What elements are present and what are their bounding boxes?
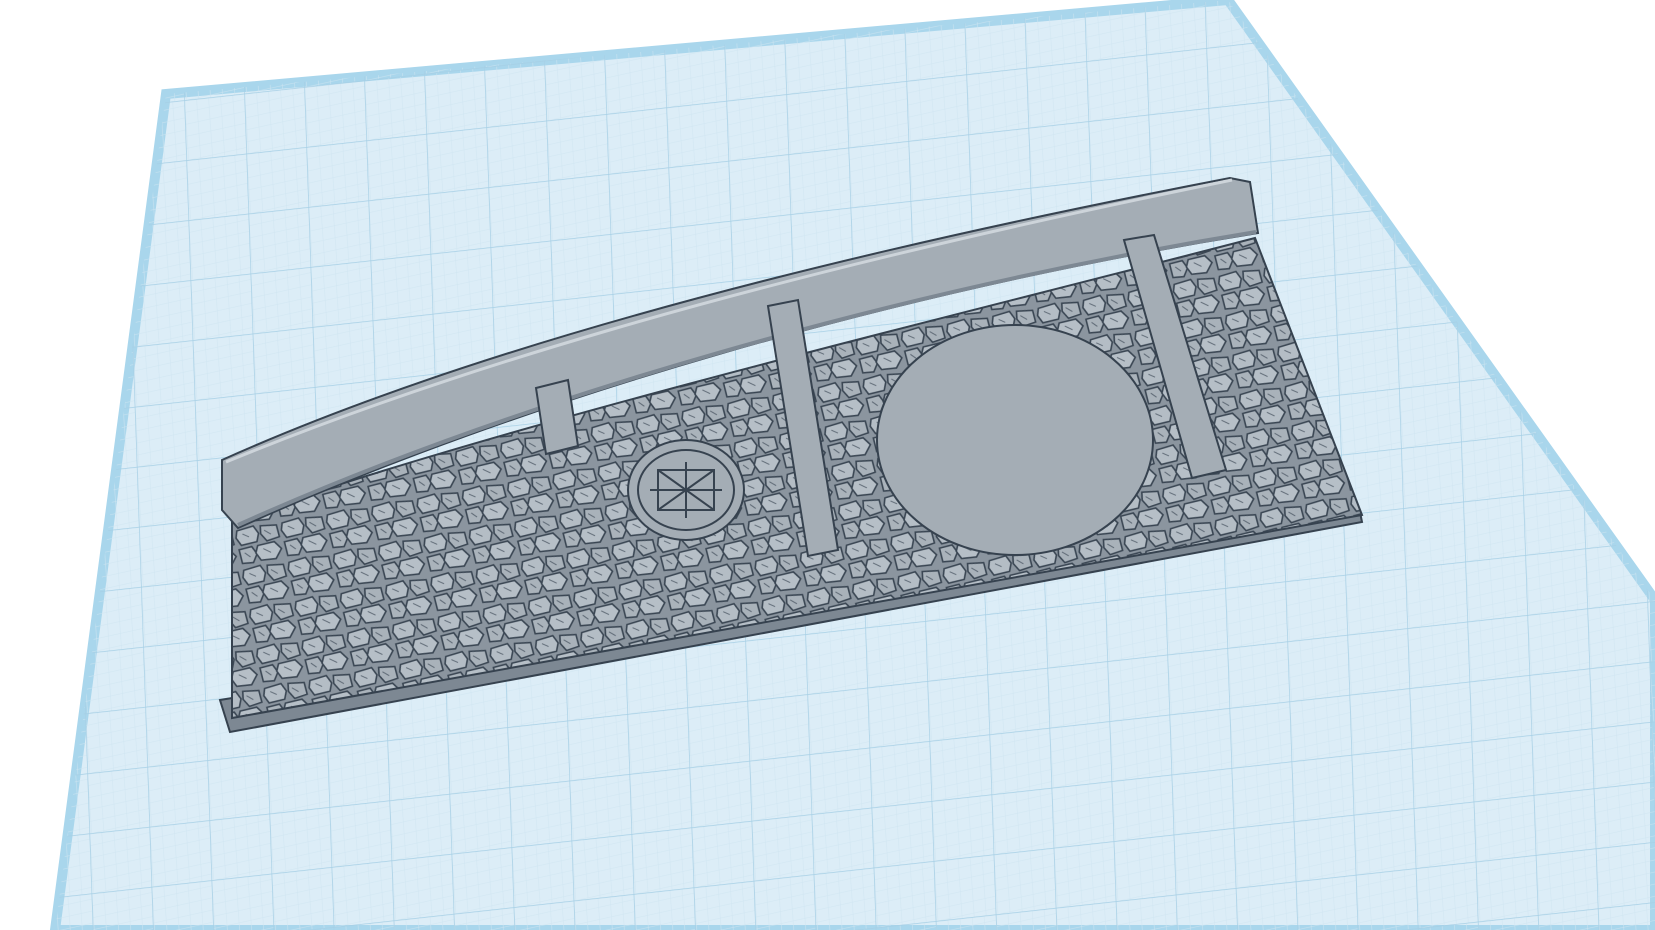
rune-medallion [627, 439, 745, 541]
3d-viewport[interactable] [0, 0, 1655, 930]
round-door-disc [876, 324, 1154, 556]
scene-canvas[interactable] [0, 0, 1655, 930]
